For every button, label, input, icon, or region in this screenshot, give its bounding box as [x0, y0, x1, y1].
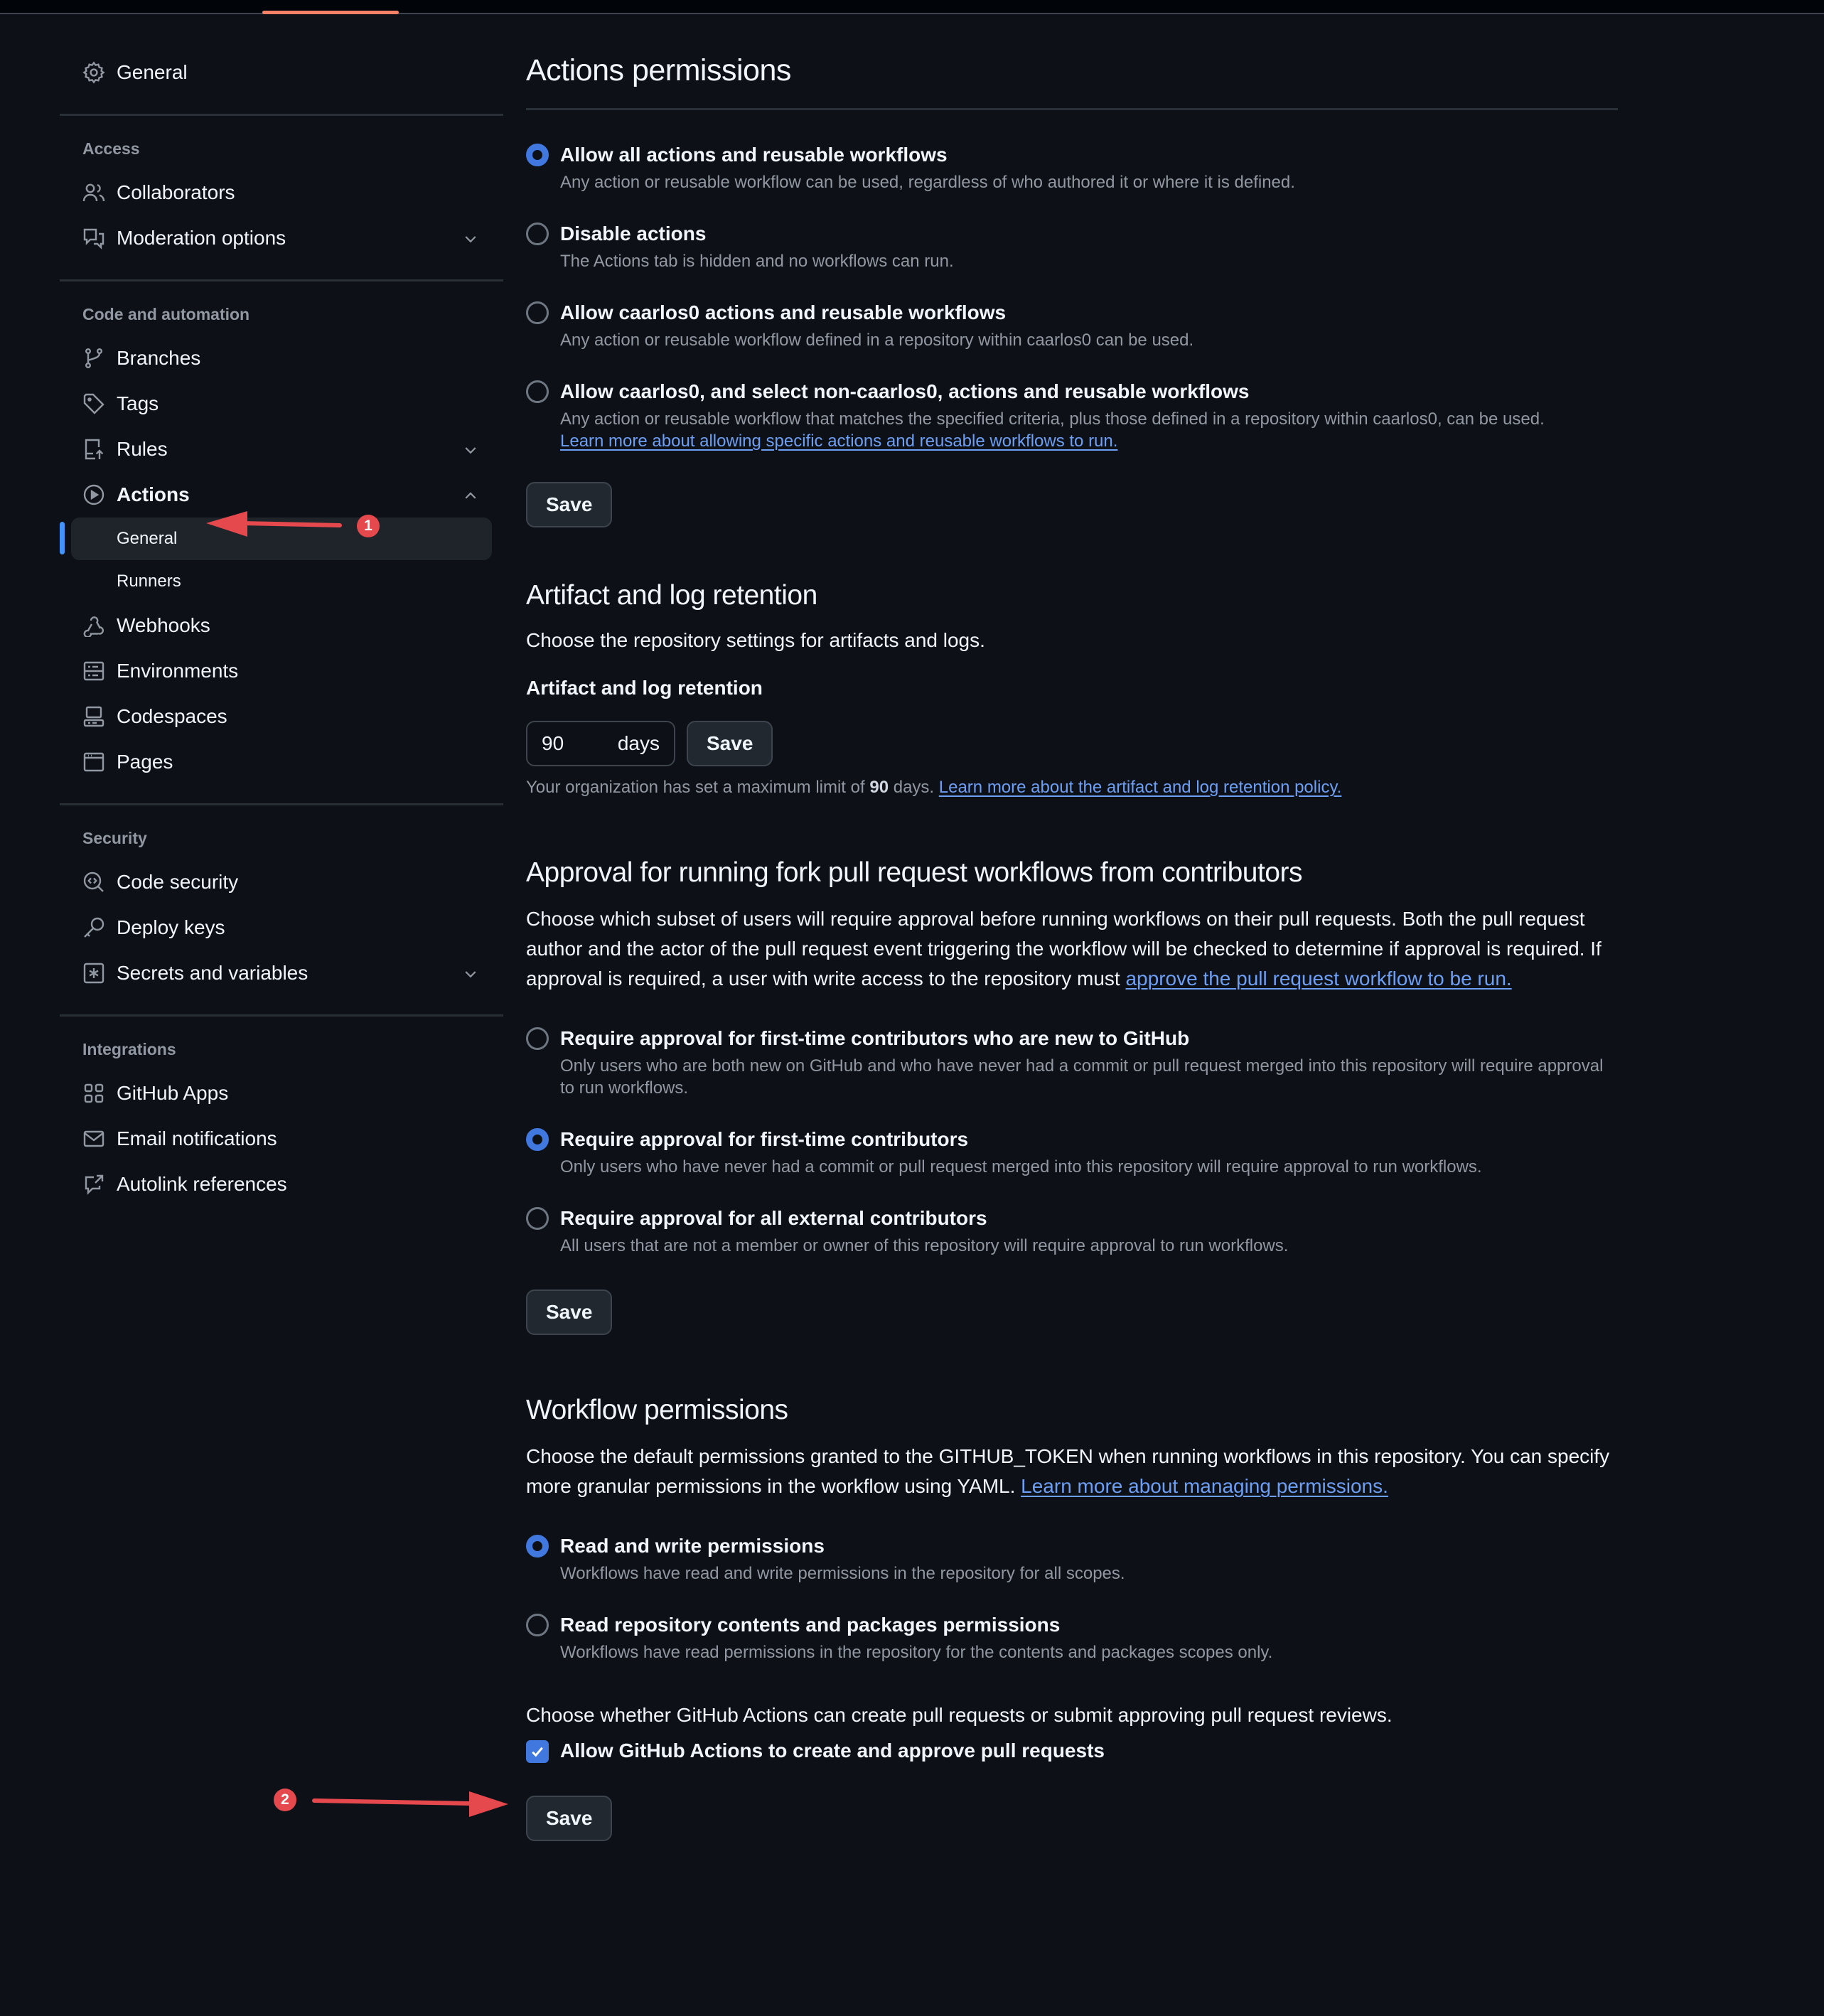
annotation-badge-1: 1: [357, 515, 380, 537]
annotation-overlay: [206, 511, 508, 1817]
annotation-badge-2: 2: [274, 1789, 296, 1811]
annotation-arrow-1: [206, 511, 342, 537]
annotation-arrow-2: [312, 1791, 508, 1817]
